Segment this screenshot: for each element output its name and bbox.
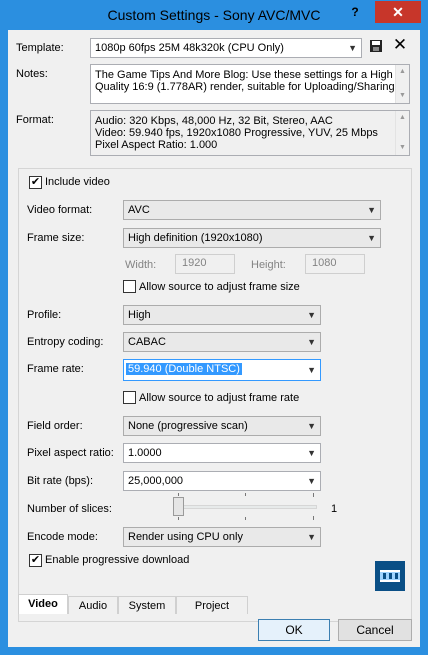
pixel-aspect-value: 1.0000 bbox=[128, 447, 162, 459]
format-line-2: Video: 59.940 fps, 1920x1080 Progressive… bbox=[95, 127, 378, 139]
title-bar: Custom Settings - Sony AVC/MVC ? ✕ bbox=[0, 0, 428, 30]
chevron-down-icon: ▼ bbox=[307, 421, 316, 431]
allow-frame-rate-label: Allow source to adjust frame rate bbox=[139, 392, 300, 404]
entropy-select[interactable]: CABAC ▼ bbox=[123, 332, 321, 352]
tab-project[interactable]: Project bbox=[176, 596, 248, 614]
frame-size-select[interactable]: High definition (1920x1080) ▼ bbox=[123, 228, 381, 248]
slices-slider-thumb[interactable] bbox=[173, 497, 184, 516]
include-video-label: Include video bbox=[45, 176, 110, 188]
tab-audio[interactable]: Audio bbox=[68, 596, 118, 614]
tab-system[interactable]: System bbox=[118, 596, 176, 614]
chevron-down-icon: ▼ bbox=[367, 233, 376, 243]
bit-rate-value: 25,000,000 bbox=[128, 475, 184, 487]
help-button[interactable]: ? bbox=[344, 5, 366, 23]
height-label: Height: bbox=[251, 259, 286, 271]
chevron-down-icon: ▼ bbox=[307, 448, 316, 458]
field-order-label: Field order: bbox=[27, 420, 83, 432]
slider-tick bbox=[245, 517, 246, 520]
chevron-down-icon: ▼ bbox=[348, 43, 357, 53]
profile-label: Profile: bbox=[27, 309, 62, 321]
ok-button[interactable]: OK bbox=[258, 619, 330, 641]
scroll-down-icon: ▼ bbox=[399, 144, 406, 151]
video-format-value: AVC bbox=[128, 204, 150, 216]
pixel-aspect-label: Pixel aspect ratio: bbox=[27, 447, 114, 459]
encode-mode-select[interactable]: Render using CPU only ▼ bbox=[123, 527, 321, 547]
slider-tick bbox=[178, 493, 179, 496]
chevron-down-icon: ▼ bbox=[307, 365, 316, 375]
format-summary: Audio: 320 Kbps, 48,000 Hz, 32 Bit, Ster… bbox=[90, 110, 410, 156]
format-scrollbar[interactable]: ▲ ▼ bbox=[395, 111, 409, 155]
slider-tick bbox=[178, 517, 179, 520]
floppy-disk-icon bbox=[370, 40, 382, 52]
pixel-aspect-combobox[interactable]: 1.0000 ▼ bbox=[123, 443, 321, 463]
notes-line-1: The Game Tips And More Blog: Use these s… bbox=[95, 69, 393, 81]
checkmark-icon: ✔ bbox=[30, 176, 41, 188]
entropy-value: CABAC bbox=[128, 336, 166, 348]
allow-frame-size-label: Allow source to adjust frame size bbox=[139, 281, 300, 293]
width-input[interactable]: 1920 bbox=[175, 254, 235, 274]
format-line-3: Pixel Aspect Ratio: 1.000 bbox=[95, 139, 218, 151]
delete-template-button[interactable]: ✕ bbox=[392, 36, 408, 54]
tab-video[interactable]: Video bbox=[18, 594, 68, 614]
field-order-value: None (progressive scan) bbox=[128, 420, 248, 432]
slider-tick bbox=[313, 493, 314, 497]
notes-textarea[interactable]: The Game Tips And More Blog: Use these s… bbox=[90, 64, 410, 104]
bit-rate-label: Bit rate (bps): bbox=[27, 475, 94, 487]
close-button[interactable]: ✕ bbox=[375, 1, 421, 23]
encode-mode-value: Render using CPU only bbox=[128, 531, 243, 543]
height-input[interactable]: 1080 bbox=[305, 254, 365, 274]
notes-label: Notes: bbox=[16, 68, 48, 80]
x-delete-icon: ✕ bbox=[392, 35, 408, 54]
chevron-down-icon: ▼ bbox=[307, 337, 316, 347]
scroll-up-icon: ▲ bbox=[399, 68, 406, 75]
frame-size-label: Frame size: bbox=[27, 232, 85, 244]
scroll-down-icon: ▼ bbox=[399, 92, 406, 99]
slices-label: Number of slices: bbox=[27, 503, 112, 515]
bit-rate-combobox[interactable]: 25,000,000 ▼ bbox=[123, 471, 321, 491]
frame-rate-label: Frame rate: bbox=[27, 363, 84, 375]
slices-slider-track[interactable] bbox=[175, 505, 317, 509]
chevron-down-icon: ▼ bbox=[367, 205, 376, 215]
format-label: Format: bbox=[16, 114, 54, 126]
chevron-down-icon: ▼ bbox=[307, 532, 316, 542]
field-order-select[interactable]: None (progressive scan) ▼ bbox=[123, 416, 321, 436]
allow-frame-rate-checkbox[interactable] bbox=[123, 391, 136, 404]
save-template-button[interactable] bbox=[368, 39, 384, 55]
include-video-checkbox[interactable]: ✔ bbox=[29, 176, 42, 189]
allow-frame-size-checkbox[interactable] bbox=[123, 280, 136, 293]
dialog-body: Template: 1080p 60fps 25M 48k320k (CPU O… bbox=[8, 30, 420, 647]
chevron-down-icon: ▼ bbox=[307, 310, 316, 320]
template-select[interactable]: 1080p 60fps 25M 48k320k (CPU Only) ▼ bbox=[90, 38, 362, 58]
video-format-label: Video format: bbox=[27, 204, 93, 216]
video-format-select[interactable]: AVC ▼ bbox=[123, 200, 381, 220]
video-settings-panel: ✔ Include video Video format: AVC ▼ Frame… bbox=[18, 168, 412, 622]
encode-mode-label: Encode mode: bbox=[27, 531, 98, 543]
checkmark-icon: ✔ bbox=[30, 554, 41, 566]
notes-scrollbar[interactable]: ▲ ▼ bbox=[395, 65, 409, 103]
template-value: 1080p 60fps 25M 48k320k (CPU Only) bbox=[95, 42, 284, 54]
format-line-1: Audio: 320 Kbps, 48,000 Hz, 32 Bit, Ster… bbox=[95, 115, 333, 127]
slices-value: 1 bbox=[331, 503, 338, 515]
chevron-down-icon: ▼ bbox=[307, 476, 316, 486]
template-label: Template: bbox=[16, 42, 64, 54]
slider-tick bbox=[245, 493, 246, 496]
frame-size-value: High definition (1920x1080) bbox=[128, 232, 263, 244]
video-film-icon bbox=[375, 561, 405, 591]
frame-rate-combobox[interactable]: 59.940 (Double NTSC) ▼ bbox=[123, 359, 321, 381]
profile-value: High bbox=[128, 309, 151, 321]
progressive-download-checkbox[interactable]: ✔ bbox=[29, 554, 42, 567]
notes-line-2: Quality 16:9 (1.778AR) render, suitable … bbox=[95, 81, 395, 93]
dialog-window: Custom Settings - Sony AVC/MVC ? ✕ Templ… bbox=[0, 0, 428, 655]
width-label: Width: bbox=[125, 259, 157, 271]
slider-tick bbox=[313, 516, 314, 520]
entropy-label: Entropy coding: bbox=[27, 336, 104, 348]
frame-rate-value: 59.940 (Double NTSC) bbox=[126, 363, 242, 375]
cancel-button[interactable]: Cancel bbox=[338, 619, 412, 641]
profile-select[interactable]: High ▼ bbox=[123, 305, 321, 325]
progressive-download-label: Enable progressive download bbox=[45, 554, 190, 566]
scroll-up-icon: ▲ bbox=[399, 114, 406, 121]
